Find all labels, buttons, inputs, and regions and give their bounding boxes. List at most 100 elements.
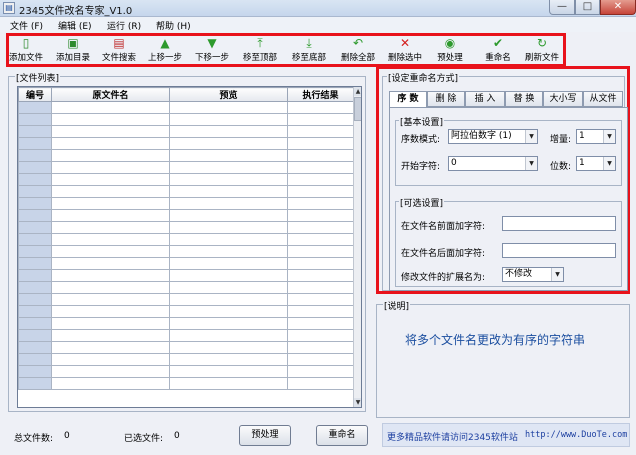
table-row[interactable]: [18, 233, 354, 246]
rename-button[interactable]: ✔ 重命名: [481, 37, 515, 65]
tab-replace[interactable]: 替 换: [505, 91, 543, 107]
col-header-result[interactable]: 执行结果: [287, 87, 354, 102]
delete-selected-button[interactable]: ✕ 删除选中: [384, 37, 426, 65]
col-header-preview[interactable]: 预览: [169, 87, 288, 102]
table-cell: [287, 101, 354, 114]
preprocess-label: 预处理: [437, 53, 463, 63]
table-row[interactable]: [18, 305, 354, 318]
move-down-button[interactable]: ▼ 下移一步: [192, 37, 232, 65]
tab-from-file[interactable]: 从文件: [583, 91, 623, 107]
table-row[interactable]: [18, 137, 354, 150]
table-cell: [169, 305, 288, 318]
file-table-body: [18, 101, 354, 390]
table-cell: [169, 149, 288, 162]
add-folder-button[interactable]: ▣ 添加目录: [53, 37, 93, 65]
add-file-label: 添加文件: [8, 53, 43, 63]
file-search-button[interactable]: ▤ 文件搜索: [99, 37, 139, 65]
table-cell: [18, 137, 52, 150]
file-grid[interactable]: 编号 原文件名 预览 执行结果 ▲ ▼: [17, 86, 362, 408]
table-cell: [51, 209, 170, 222]
extension-select[interactable]: 不修改 ▼: [502, 267, 564, 282]
suffix-input[interactable]: [502, 243, 616, 258]
table-cell: [18, 149, 52, 162]
close-button[interactable]: ✕: [600, 0, 636, 15]
table-row[interactable]: [18, 257, 354, 270]
table-row[interactable]: [18, 329, 354, 342]
file-search-label: 文件搜索: [101, 53, 136, 63]
digits-select[interactable]: 1 ▼: [576, 156, 616, 171]
table-row[interactable]: [18, 293, 354, 306]
table-cell: [169, 125, 288, 138]
move-up-button[interactable]: ▲ 上移一步: [145, 37, 185, 65]
table-cell: [169, 221, 288, 234]
promo-banner[interactable]: 更多精品软件请访问2345软件站 http://www.DuoTe.com: [382, 423, 630, 447]
table-row[interactable]: [18, 245, 354, 258]
table-cell: [287, 257, 354, 270]
table-row[interactable]: [18, 125, 354, 138]
settings-legend: [设定重命名方式]: [387, 71, 460, 84]
table-row[interactable]: [18, 221, 354, 234]
basic-settings-legend: [基本设置]: [399, 115, 445, 128]
description-text: 将多个文件名更改为有序的字符串: [405, 333, 586, 347]
table-row[interactable]: [18, 365, 354, 378]
tab-sequence[interactable]: 序 数: [389, 91, 427, 108]
table-row[interactable]: [18, 149, 354, 162]
menu-edit[interactable]: 编辑 (E): [58, 19, 92, 32]
scroll-thumb[interactable]: [354, 97, 361, 121]
table-row[interactable]: [18, 113, 354, 126]
table-cell: [169, 245, 288, 258]
col-header-number[interactable]: 编号: [18, 87, 52, 102]
table-cell: [169, 281, 288, 294]
menu-help[interactable]: 帮助 (H): [156, 19, 191, 32]
table-row[interactable]: [18, 173, 354, 186]
prefix-input[interactable]: [502, 216, 616, 231]
bottom-rename-button[interactable]: 重命名: [316, 425, 368, 446]
col-header-original-name[interactable]: 原文件名: [51, 87, 170, 102]
table-row[interactable]: [18, 269, 354, 282]
file-list-scrollbar[interactable]: ▲ ▼: [353, 87, 361, 407]
sequence-mode-value: 阿拉伯数字 (1): [451, 131, 512, 141]
table-cell: [287, 197, 354, 210]
sequence-mode-select[interactable]: 阿拉伯数字 (1) ▼: [448, 129, 538, 144]
scroll-down-icon[interactable]: ▼: [354, 398, 361, 407]
start-char-select[interactable]: 0 ▼: [448, 156, 538, 171]
table-cell: [287, 305, 354, 318]
table-row[interactable]: [18, 317, 354, 330]
minimize-button[interactable]: —: [549, 0, 575, 15]
maximize-button[interactable]: □: [575, 0, 600, 15]
bottom-preprocess-button[interactable]: 预处理: [239, 425, 291, 446]
tab-case[interactable]: 大小写: [543, 91, 583, 107]
table-row[interactable]: [18, 353, 354, 366]
refresh-files-button[interactable]: ↻ 刷新文件: [521, 37, 563, 65]
move-up-icon: ▲: [160, 36, 170, 50]
promo-url[interactable]: http://www.DuoTe.com: [525, 430, 627, 440]
increment-select[interactable]: 1 ▼: [576, 129, 616, 144]
menu-file[interactable]: 文件 (F): [10, 19, 43, 32]
table-row[interactable]: [18, 161, 354, 174]
table-cell: [169, 353, 288, 366]
table-cell: [287, 113, 354, 126]
table-cell: [169, 113, 288, 126]
move-top-button[interactable]: ⤒ 移至顶部: [239, 37, 281, 65]
optional-settings-group: [可选设置] 在文件名前面加字符: 在文件名后面加字符: 修改文件的扩展名为: …: [395, 196, 622, 287]
add-file-button[interactable]: ▯ 添加文件: [7, 37, 45, 65]
table-cell: [287, 221, 354, 234]
delete-all-button[interactable]: ↶ 删除全部: [337, 37, 379, 65]
add-folder-label: 添加目录: [55, 53, 90, 63]
table-row[interactable]: [18, 197, 354, 210]
move-bottom-button[interactable]: ⤓ 移至底部: [288, 37, 330, 65]
table-row[interactable]: [18, 341, 354, 354]
preprocess-button[interactable]: ◉ 预处理: [433, 37, 467, 65]
scroll-up-icon[interactable]: ▲: [354, 87, 361, 96]
menu-run[interactable]: 运行 (R): [107, 19, 141, 32]
tab-insert[interactable]: 插 入: [465, 91, 505, 107]
table-cell: [18, 209, 52, 222]
total-files-label: 总文件数:: [14, 434, 54, 444]
table-row[interactable]: [18, 185, 354, 198]
table-row[interactable]: [18, 377, 354, 390]
table-row[interactable]: [18, 281, 354, 294]
table-row[interactable]: [18, 101, 354, 114]
promo-text[interactable]: 更多精品软件请访问2345软件站: [387, 430, 518, 443]
table-row[interactable]: [18, 209, 354, 222]
tab-delete[interactable]: 删 除: [427, 91, 465, 107]
